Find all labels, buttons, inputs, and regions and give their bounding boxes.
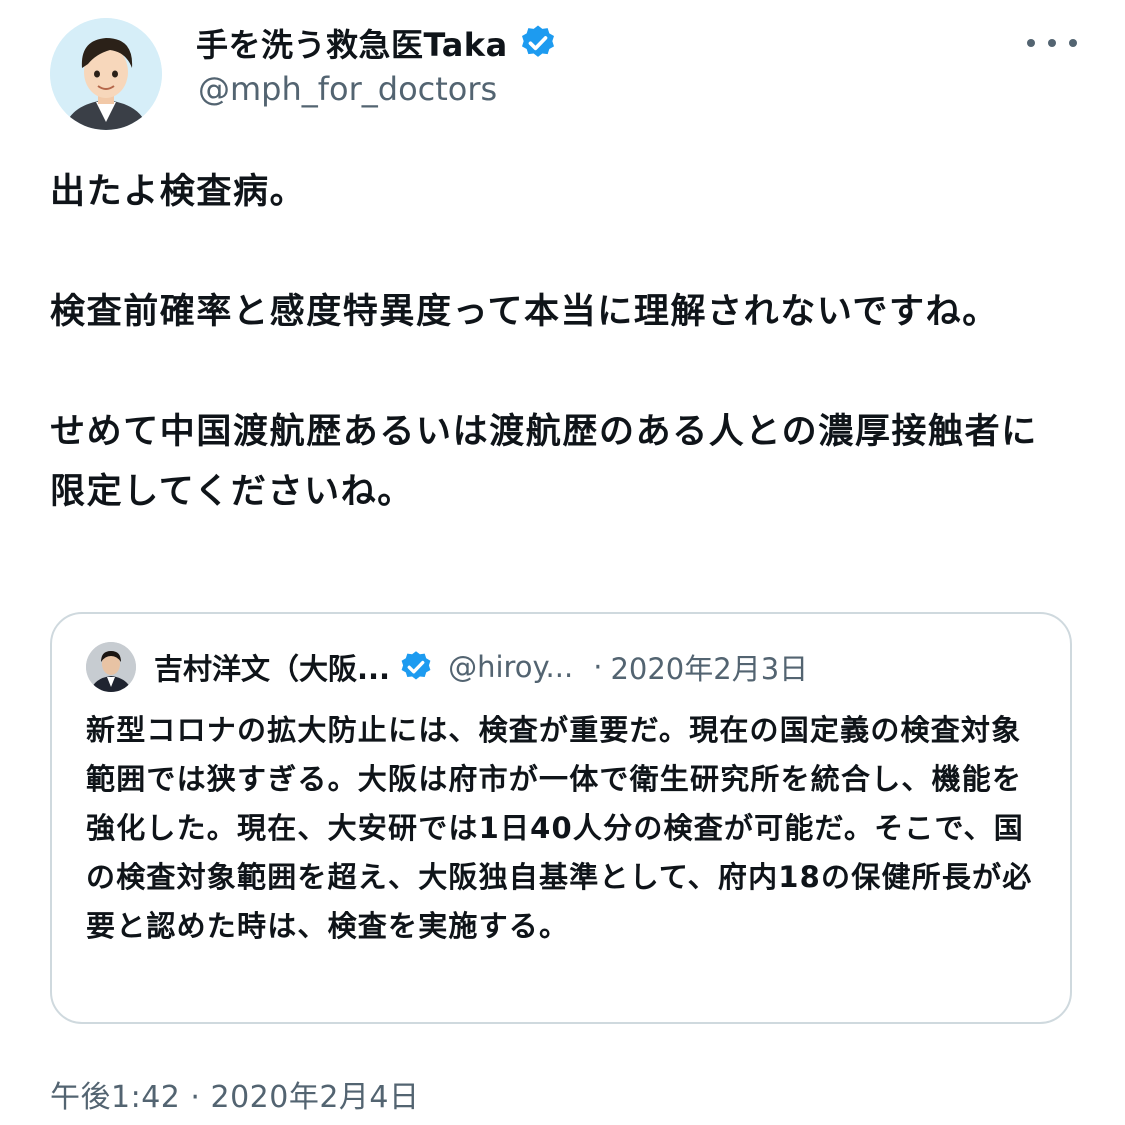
- tweet-text: 出たよ検査病。 検査前確率と感度特異度って本当に理解されないですね。 せめて中国…: [50, 162, 1060, 522]
- quoted-tweet[interactable]: 吉村洋文（大阪... @hiroy... · 2020年2月3日 新型コロナの拡…: [50, 612, 1072, 1024]
- author-display-name[interactable]: 手を洗う救急医Taka: [196, 20, 508, 66]
- more-dot: [1069, 39, 1077, 47]
- author-avatar[interactable]: [50, 18, 162, 130]
- tweet-paragraph: せめて中国渡航歴あるいは渡航歴のある人との濃厚接触者に限定してくださいね。: [50, 412, 1038, 512]
- quoted-date: 2020年2月3日: [610, 652, 809, 686]
- more-dot: [1048, 39, 1056, 47]
- quoted-author-name: 吉村洋文（大阪...: [154, 652, 391, 686]
- quoted-tweet-text: 新型コロナの拡大防止には、検査が重要だ。現在の国定義の検査対象範囲では狭すぎる。…: [86, 713, 1033, 943]
- tweet-timestamp[interactable]: 午後1:42 · 2020年2月4日: [50, 1072, 420, 1116]
- tweet-paragraph: 検査前確率と感度特異度って本当に理解されないですね。: [50, 292, 999, 332]
- quoted-author-avatar: [86, 642, 136, 692]
- tweet-card: 手を洗う救急医Taka @mph_for_doctors 出たよ検査病。 検査前…: [0, 0, 1125, 1125]
- quoted-author-handle: @hiroy...: [448, 650, 574, 684]
- quoted-tweet-header: 吉村洋文（大阪... @hiroy... · 2020年2月3日: [86, 642, 1036, 692]
- more-horizontal-icon[interactable]: [1027, 28, 1077, 58]
- tweet-paragraph: 出たよ検査病。: [50, 172, 307, 212]
- author-name-row[interactable]: 手を洗う救急医Taka: [196, 20, 558, 66]
- more-dot: [1027, 39, 1035, 47]
- quoted-separator: ·: [593, 650, 603, 684]
- verified-badge-icon: [398, 649, 434, 685]
- author-handle[interactable]: @mph_for_doctors: [198, 70, 497, 108]
- verified-badge-icon: [518, 23, 558, 63]
